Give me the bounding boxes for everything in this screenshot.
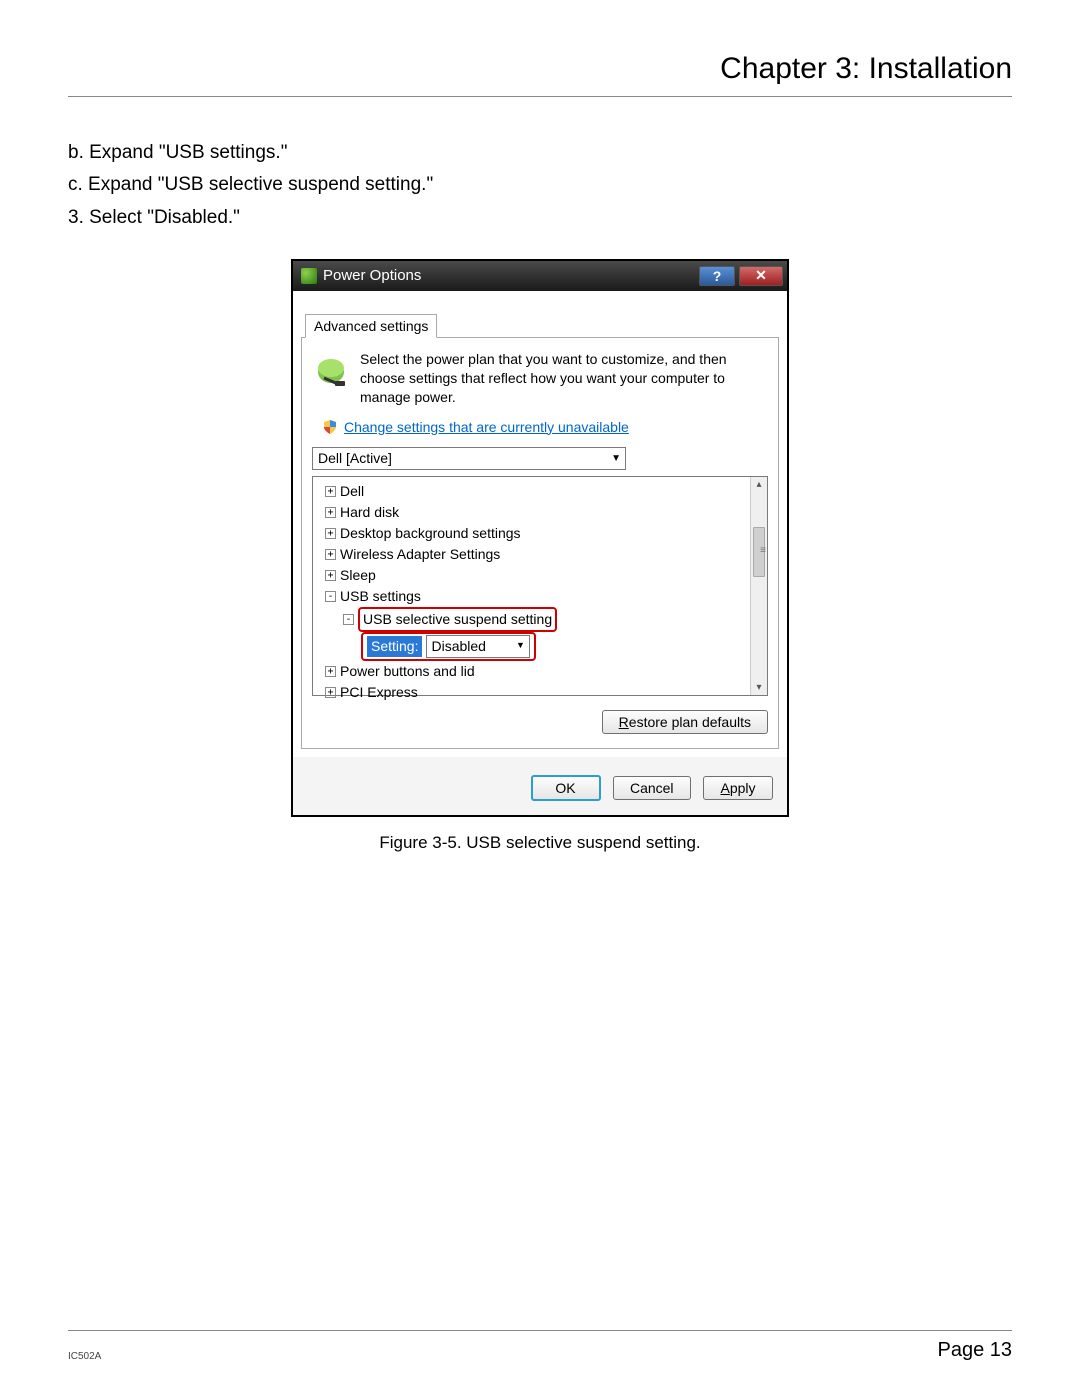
scroll-up-icon[interactable]: ▴ <box>752 477 767 492</box>
dropdown-arrow-icon: ▼ <box>611 453 621 464</box>
scroll-down-icon[interactable]: ▾ <box>752 680 767 695</box>
power-options-dialog: Power Options ? ✕ Advanced settings <box>291 259 789 817</box>
change-settings-link[interactable]: Change settings that are currently unava… <box>344 419 629 435</box>
expand-icon[interactable]: + <box>325 549 336 560</box>
setting-dropdown[interactable]: Disabled ▼ <box>426 635 529 658</box>
tab-strip: Advanced settings <box>301 299 779 338</box>
step-b: b. Expand "USB settings." <box>68 137 1012 169</box>
tree-node-power-buttons[interactable]: Power buttons and lid <box>340 661 475 682</box>
instruction-steps: b. Expand "USB settings." c. Expand "USB… <box>68 137 1012 234</box>
tree-node-desktop-bg[interactable]: Desktop background settings <box>340 523 521 544</box>
chapter-title: Chapter 3: Installation <box>68 0 1012 97</box>
highlight-frame: USB selective suspend setting <box>358 607 557 632</box>
power-plan-icon <box>312 350 350 388</box>
scroll-grip-icon: ≡ <box>760 545 764 556</box>
tree-node-usb-settings[interactable]: USB settings <box>340 586 421 607</box>
dialog-footer: OK Cancel Apply <box>293 757 787 815</box>
uac-shield-icon <box>322 419 338 435</box>
step-c: c. Expand "USB selective suspend setting… <box>68 169 1012 201</box>
restore-defaults-button[interactable]: Restore plan defaults <box>602 710 768 734</box>
dialog-instruction: Select the power plan that you want to c… <box>360 350 768 407</box>
ok-button[interactable]: OK <box>531 775 601 801</box>
expand-icon[interactable]: + <box>325 687 336 698</box>
setting-value: Disabled <box>431 636 485 657</box>
tree-node-wireless[interactable]: Wireless Adapter Settings <box>340 544 500 565</box>
collapse-icon[interactable]: - <box>343 614 354 625</box>
tree-node-pci-express[interactable]: PCI Express <box>340 682 418 703</box>
tree-node-sleep[interactable]: Sleep <box>340 565 376 586</box>
cancel-button[interactable]: Cancel <box>613 776 691 800</box>
tree-node-harddisk[interactable]: Hard disk <box>340 502 399 523</box>
power-plan-value: Dell [Active] <box>318 450 392 466</box>
apply-button[interactable]: Apply <box>703 776 773 800</box>
power-plan-select[interactable]: Dell [Active] ▼ <box>312 447 626 470</box>
settings-tree[interactable]: + Dell + Hard disk + Desktop background set… <box>312 476 768 696</box>
highlight-frame: Setting: Disabled ▼ <box>361 632 536 661</box>
page-footer: IC502A Page 13 <box>68 1330 1012 1362</box>
expand-icon[interactable]: + <box>325 570 336 581</box>
help-button[interactable]: ? <box>699 266 735 286</box>
expand-icon[interactable]: + <box>325 486 336 497</box>
scrollbar[interactable]: ▴ ≡ ▾ <box>750 477 767 695</box>
expand-icon[interactable]: + <box>325 528 336 539</box>
power-options-icon <box>301 268 317 284</box>
close-button[interactable]: ✕ <box>739 266 783 286</box>
dialog-title: Power Options <box>323 267 421 284</box>
tree-node-usb-selective-suspend[interactable]: USB selective suspend setting <box>363 609 552 630</box>
figure-caption: Figure 3-5. USB selective suspend settin… <box>379 833 700 853</box>
dropdown-arrow-icon: ▼ <box>516 639 525 653</box>
collapse-icon[interactable]: - <box>325 591 336 602</box>
tab-advanced-settings[interactable]: Advanced settings <box>305 314 437 338</box>
expand-icon[interactable]: + <box>325 666 336 677</box>
tree-node-dell[interactable]: Dell <box>340 481 364 502</box>
step-3: 3. Select "Disabled." <box>68 202 1012 234</box>
footer-code: IC502A <box>68 1351 101 1362</box>
expand-icon[interactable]: + <box>325 507 336 518</box>
setting-label: Setting: <box>367 636 422 657</box>
dialog-titlebar: Power Options ? ✕ <box>293 261 787 291</box>
page-number: Page 13 <box>937 1339 1012 1362</box>
